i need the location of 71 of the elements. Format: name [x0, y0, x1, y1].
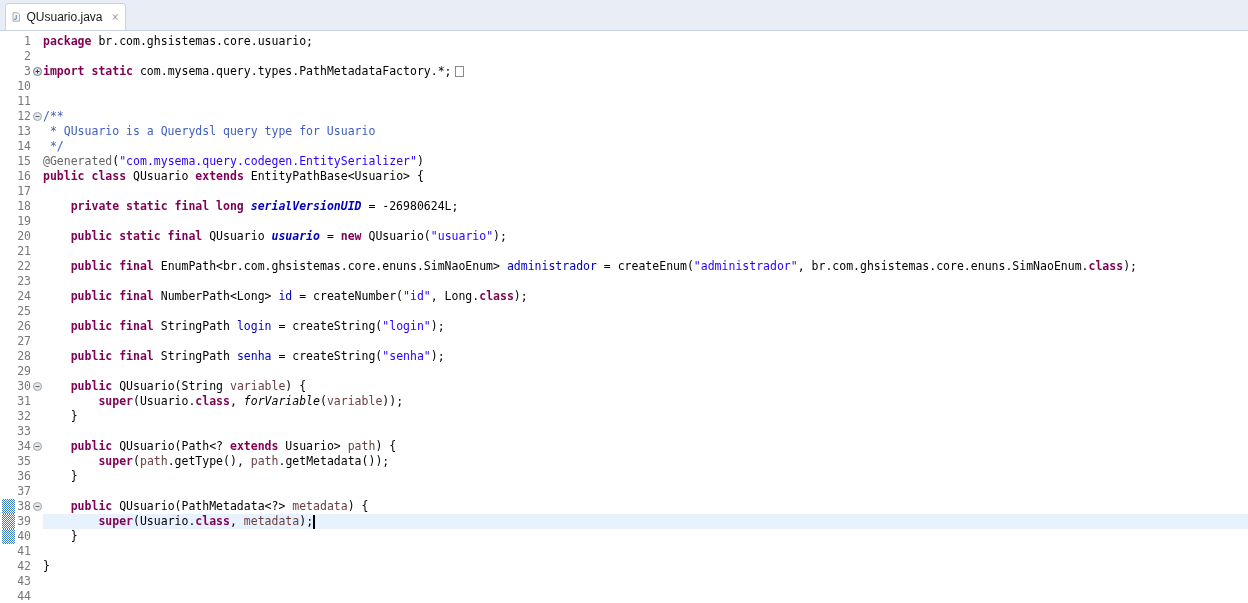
- collapse-icon[interactable]: [33, 442, 42, 451]
- line-number: 18: [17, 198, 31, 213]
- line-number: 19: [17, 213, 31, 228]
- code-line: super(path.getType(), path.getMetadata());: [97, 454, 390, 469]
- line-number: 26: [17, 318, 31, 333]
- line-number: 39: [17, 513, 31, 528]
- expand-icon[interactable]: [33, 67, 42, 76]
- line-number: 14: [17, 138, 31, 153]
- code-line: /**: [43, 109, 64, 124]
- editor-tab[interactable]: QUsuario.java: [5, 3, 126, 30]
- folded-code-marker[interactable]: [454, 66, 464, 77]
- line-number: 15: [17, 153, 31, 168]
- code-line: super(Usuario.class, forVariable(variable));: [97, 394, 404, 409]
- code-line: public final StringPath senha = createString("senha");: [69, 349, 445, 364]
- line-number: 41: [17, 543, 31, 558]
- line-number: 44: [17, 588, 31, 603]
- code-line: public class QUsuario extends EntityPathBase<Usuario> {: [43, 169, 424, 184]
- line-number: 42: [17, 558, 31, 573]
- line-number: 36: [17, 468, 31, 483]
- line-number: 12: [17, 108, 31, 123]
- line-number: 30: [17, 378, 31, 393]
- tab-title: QUsuario.java: [26, 9, 103, 26]
- code-line: package br.com.ghsistemas.core.usuario;: [43, 34, 314, 49]
- line-number: 2: [24, 48, 31, 63]
- collapse-icon[interactable]: [33, 502, 42, 511]
- line-number: 20: [17, 228, 31, 243]
- code-line: public QUsuario(PathMetadata<?> metadata) {: [69, 499, 369, 514]
- line-number: 33: [17, 423, 31, 438]
- code-line: public final StringPath login = createString("login");: [69, 319, 445, 334]
- line-number: 32: [17, 408, 31, 423]
- line-number: 13: [17, 123, 31, 138]
- code-line: private static final long serialVersionUID = -26980624L;: [69, 199, 459, 214]
- line-number: 16: [17, 168, 31, 183]
- line-number: 40: [17, 528, 31, 543]
- code-line: }: [69, 409, 78, 424]
- line-number: 22: [17, 258, 31, 273]
- line-number: 21: [17, 243, 31, 258]
- line-number: 31: [17, 393, 31, 408]
- line-number: 3: [24, 63, 31, 78]
- code-line: public QUsuario(Path<? extends Usuario> path) {: [69, 439, 397, 454]
- line-number: 35: [17, 453, 31, 468]
- line-number: 34: [17, 438, 31, 453]
- line-number: 38: [17, 498, 31, 513]
- line-number: 28: [17, 348, 31, 363]
- code-line: super(Usuario.class, metadata);: [97, 514, 314, 529]
- line-number: 27: [17, 333, 31, 348]
- code-line: */: [48, 139, 64, 154]
- collapse-icon[interactable]: [33, 112, 42, 121]
- line-number: 37: [17, 483, 31, 498]
- line-number: 1: [24, 33, 31, 48]
- code-line: public static final QUsuario usuario = new QUsuario("usuario");: [69, 229, 507, 244]
- code-line: import static com.mysema.query.types.PathMetadataFactory.*;: [43, 64, 452, 79]
- line-number: 25: [17, 303, 31, 318]
- line-number: 10: [17, 78, 31, 93]
- line-number: 23: [17, 273, 31, 288]
- code-line: public final NumberPath<Long> id = createNumber("id", Long.class);: [69, 289, 528, 304]
- collapse-icon[interactable]: [33, 382, 42, 391]
- code-line: }: [69, 529, 78, 544]
- line-number: 43: [17, 573, 31, 588]
- line-number: 17: [17, 183, 31, 198]
- text-cursor: [313, 514, 316, 529]
- code-line: @Generated("com.mysema.query.codegen.EntitySerializer"): [43, 154, 424, 169]
- line-number: 11: [17, 93, 31, 108]
- code-line: public QUsuario(String variable) {: [69, 379, 307, 394]
- line-number: 24: [17, 288, 31, 303]
- code-line: }: [69, 469, 78, 484]
- line-number: 29: [17, 363, 31, 378]
- code-line: }: [43, 559, 50, 574]
- code-line: * QUsuario is a Querydsl query type for Usuario: [48, 124, 376, 139]
- code-line: public final EnumPath<br.com.ghsistemas.core.enuns.SimNaoEnum> administrador = createEnum("administrador", br.com.ghsistemas.core.enuns.SimNaoEnum.class);: [69, 259, 1137, 274]
- java-file-icon: [12, 10, 21, 24]
